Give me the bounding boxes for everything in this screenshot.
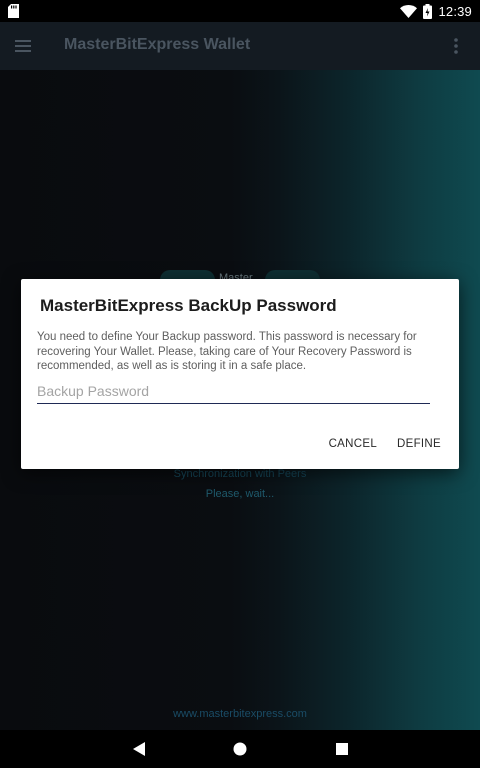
website-link[interactable]: www.masterbitexpress.com xyxy=(0,708,480,720)
cancel-button[interactable]: CANCEL xyxy=(329,438,377,450)
status-bar: 12:39 xyxy=(0,0,480,22)
status-clock: 12:39 xyxy=(438,3,472,19)
recents-button[interactable] xyxy=(332,739,352,759)
sd-card-icon xyxy=(8,4,19,18)
menu-icon[interactable] xyxy=(12,34,36,58)
home-button[interactable] xyxy=(230,739,250,759)
wait-text: Please, wait... xyxy=(205,488,275,500)
dialog-title: MasterBitExpress BackUp Password xyxy=(40,296,337,315)
navigation-bar xyxy=(0,730,480,768)
back-button[interactable] xyxy=(129,739,149,759)
recents-icon xyxy=(336,743,348,755)
app-bar: MasterBitExpress Wallet xyxy=(0,22,480,70)
dialog-actions: CANCEL DEFINE xyxy=(329,438,441,450)
home-icon xyxy=(233,742,247,756)
sync-status-text: Synchronization with Peers xyxy=(173,468,307,480)
screen: 12:39 MasterBitExpress Wallet Master Syn… xyxy=(0,0,480,768)
overflow-menu-icon[interactable] xyxy=(444,34,468,58)
wifi-icon xyxy=(400,4,418,18)
battery-icon xyxy=(423,3,433,19)
dialog-message: You need to define Your Backup password.… xyxy=(37,331,417,372)
backup-password-dialog: MasterBitExpress BackUp Password You nee… xyxy=(21,279,459,469)
define-button[interactable]: DEFINE xyxy=(397,438,441,450)
app-title: MasterBitExpress Wallet xyxy=(64,36,251,53)
back-icon xyxy=(133,742,145,756)
backup-password-input[interactable] xyxy=(37,381,430,404)
status-right: 12:39 xyxy=(400,2,472,20)
